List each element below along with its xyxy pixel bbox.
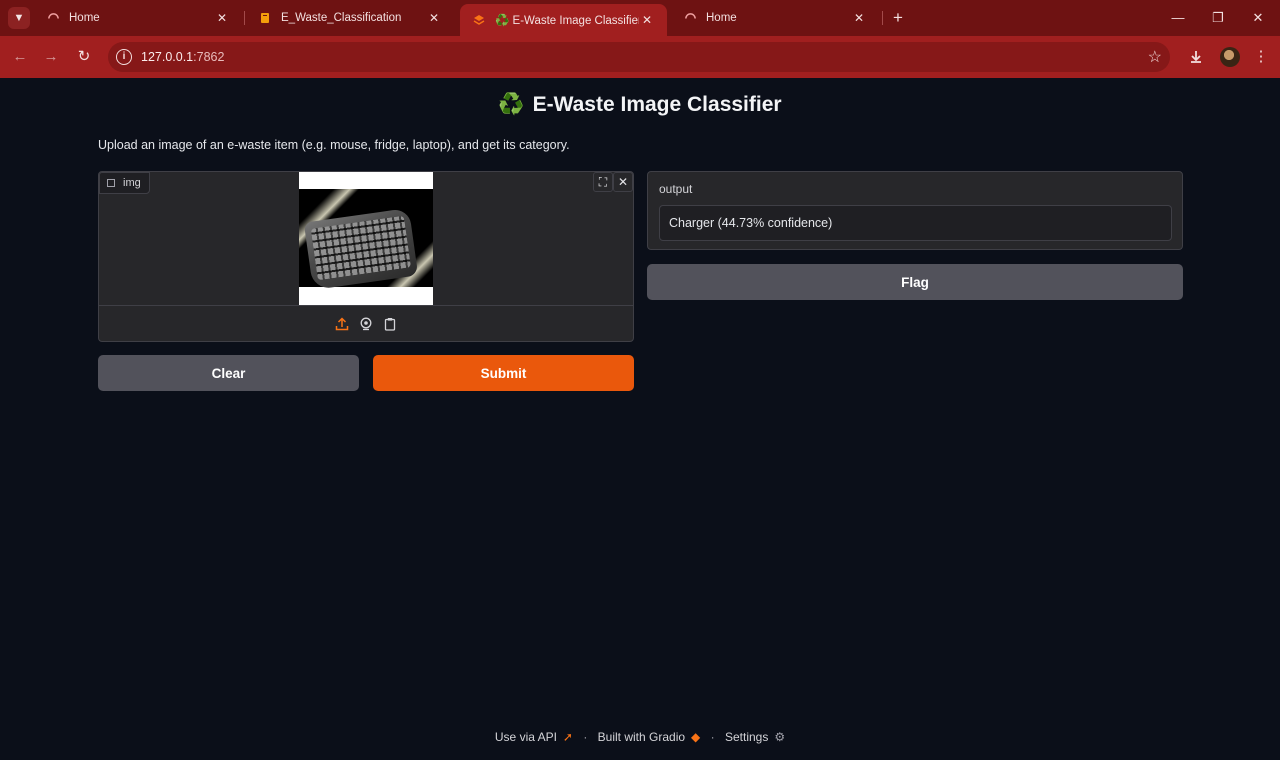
new-tab-plus-icon[interactable]: + [887,7,909,29]
tab-e-waste-image-classifier[interactable]: ♻️ E-Waste Image Classifier ✕ [460,4,667,36]
forward-arrow-icon[interactable]: → [39,45,63,69]
footer: Use via API ➚ · Built with Gradio ◆ · Sett… [0,730,1280,744]
image-icon [107,179,115,187]
tab-close-icon[interactable]: ✕ [639,13,655,27]
tab-close-icon[interactable]: ✕ [214,11,230,25]
tab-e-waste-classification[interactable]: E_Waste_Classification ✕ [246,0,454,36]
keyboard-photo [299,189,433,291]
recycle-emoji: ♻️ [495,15,510,27]
page-title-text: E-Waste Image Classifier [532,93,782,116]
app-description: Upload an image of an e-waste item (e.g.… [98,138,570,152]
loading-spinner-icon [46,11,60,25]
profile-avatar[interactable] [1220,47,1240,67]
notebook-icon [258,11,272,25]
tab-home-2[interactable]: Home ✕ [671,0,879,36]
footer-separator: · [710,730,715,744]
restore-icon[interactable]: ❐ [1198,0,1238,36]
tab-close-icon[interactable]: ✕ [851,11,867,25]
gradio-icon [472,13,486,27]
bookmark-star-icon[interactable]: ☆ [1148,47,1162,67]
webcam-icon[interactable] [358,316,374,332]
address-bar[interactable]: i 127.0.0.1:7862 ☆ [108,42,1170,72]
output-label: output [659,182,693,196]
loading-spinner-icon [683,11,697,25]
built-with-gradio-link[interactable]: Built with Gradio [598,730,685,744]
window-close-icon[interactable]: ✕ [1238,0,1278,36]
settings-gear-icon[interactable]: ⚙ [774,730,785,744]
fullscreen-icon[interactable]: ⛶ [593,172,613,192]
clipboard-icon[interactable] [382,316,398,332]
keyboard-shape [303,207,419,291]
recycle-icon: ♻️ [498,93,525,116]
output-textbox[interactable]: Charger (44.73% confidence) [659,205,1172,241]
tab-title: Home [69,12,100,24]
reload-icon[interactable]: ↻ [72,45,96,69]
flag-button[interactable]: Flag [647,264,1183,300]
browser-toolbar: ← → ↻ i 127.0.0.1:7862 ☆ ⋮ [0,36,1280,78]
tab-search-chevron-icon[interactable]: ▼ [8,7,30,29]
image-label-text: img [123,177,141,189]
tab-title-text: E-Waste Image Classifier [512,15,639,27]
site-info-icon[interactable]: i [116,49,132,65]
keyboard-keys [310,215,412,281]
footer-separator: · [583,730,588,744]
image-input-label: img [99,172,150,194]
download-icon[interactable] [1184,45,1208,69]
rocket-icon: ➚ [562,730,573,744]
tab-separator [244,11,245,25]
url-text: 127.0.0.1:7862 [141,50,224,64]
browser-tab-strip: ▼ Home ✕ E_Waste_Classification ✕ ♻️ E-W… [0,0,1280,36]
image-top-actions: ⛶ ✕ [593,172,633,192]
use-via-api-link[interactable]: Use via API [495,730,557,744]
url-host: 127.0.0.1 [141,50,194,64]
settings-link[interactable]: Settings [725,730,768,744]
tab-title: Home [706,12,737,24]
image-input-panel[interactable]: img ⛶ ✕ [98,171,634,342]
page-title: ♻️ E-Waste Image Classifier [0,93,1280,117]
minimize-icon[interactable]: — [1158,0,1198,36]
tab-title: E_Waste_Classification [281,12,402,24]
output-panel: output Charger (44.73% confidence) [647,171,1183,250]
submit-button[interactable]: Submit [373,355,634,391]
clear-image-close-icon[interactable]: ✕ [613,172,633,192]
url-port: :7862 [193,50,225,64]
upload-icon[interactable] [334,316,350,332]
image-source-toolbar [99,305,633,341]
tab-home-1[interactable]: Home ✕ [34,0,242,36]
gradio-logo-icon: ◆ [691,730,701,744]
back-arrow-icon[interactable]: ← [8,45,32,69]
uploaded-image-preview[interactable] [299,172,433,305]
tab-title: ♻️ E-Waste Image Classifier [495,13,639,27]
browser-menu-icon[interactable]: ⋮ [1249,45,1273,69]
clear-button[interactable]: Clear [98,355,359,391]
tab-separator [882,11,883,25]
tab-close-icon[interactable]: ✕ [426,11,442,25]
